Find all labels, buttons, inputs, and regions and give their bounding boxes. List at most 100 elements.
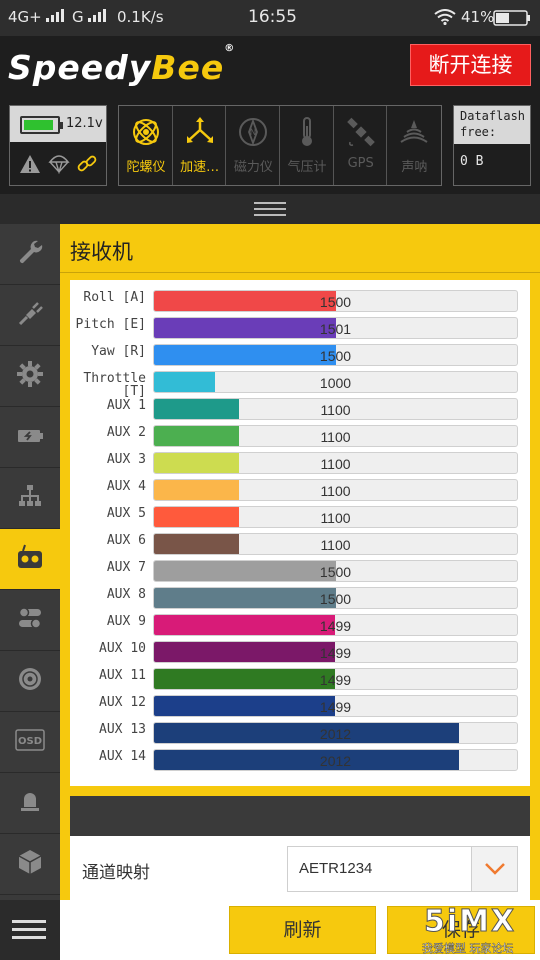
page-title: 接收机 xyxy=(70,240,133,264)
sensor-magnetometer: N 磁力仪 xyxy=(226,106,281,185)
chevron-down-icon[interactable] xyxy=(471,847,517,891)
sidebar-item-motors[interactable] xyxy=(0,651,60,712)
channel-label: AUX 11 xyxy=(99,668,146,683)
modes-toggle-icon xyxy=(16,604,44,636)
sidebar-item-osd[interactable]: OSD xyxy=(0,712,60,773)
channel-row: AUX 11 1499 xyxy=(70,665,530,692)
cube-icon xyxy=(16,848,44,880)
sidebar-item-ports[interactable] xyxy=(0,285,60,346)
channel-row: AUX 9 1499 xyxy=(70,611,530,638)
channel-bar-track: 1500 xyxy=(153,290,518,312)
channel-row: Roll [A] 1500 xyxy=(70,287,530,314)
channel-map-label: 通道映射 xyxy=(82,863,150,883)
channel-value: 1499 xyxy=(319,672,352,688)
network-tree-icon xyxy=(16,482,44,514)
status-bar: 4G+ G 0.1K/s 16:55 41% xyxy=(0,0,540,36)
channel-bar-track: 1501 xyxy=(153,317,518,339)
channel-bar-track: 1499 xyxy=(153,641,518,663)
channel-label: AUX 3 xyxy=(106,452,146,467)
channel-value: 1500 xyxy=(319,564,352,580)
channel-value: 2012 xyxy=(319,753,352,769)
sensor-status-bar: 12.1v 陀螺仪 加速… N 磁力仪 气压计 GPS 声呐 Dataflash… xyxy=(0,100,540,194)
receiver-icon xyxy=(15,542,45,576)
sidebar-item-led-strip[interactable] xyxy=(0,773,60,834)
battery-level xyxy=(24,120,53,130)
channel-bar-track: 1499 xyxy=(153,668,518,690)
osd-icon: OSD xyxy=(15,729,45,755)
channel-bar-track: 1500 xyxy=(153,587,518,609)
channel-row: Throttle [T] 1000 xyxy=(70,368,530,398)
sidebar-item-setup[interactable] xyxy=(0,224,60,285)
channel-label: AUX 14 xyxy=(99,749,146,764)
channel-value: 1499 xyxy=(319,699,352,715)
channel-value: 1100 xyxy=(320,537,351,553)
channel-bar-track: 1100 xyxy=(153,506,518,528)
sidebar-item-receiver[interactable] xyxy=(0,529,60,590)
channel-bar-track: 1100 xyxy=(153,398,518,420)
wrench-icon xyxy=(16,238,44,270)
sidebar-item-power[interactable] xyxy=(0,407,60,468)
channel-label: AUX 8 xyxy=(106,587,146,602)
motor-icon xyxy=(16,665,44,697)
dataflash-label: Dataflash free: xyxy=(454,106,530,144)
sidebar-item-blackbox[interactable] xyxy=(0,834,60,895)
channel-row: AUX 3 1100 xyxy=(70,449,530,476)
channel-bar-track: 1100 xyxy=(153,533,518,555)
channel-row: AUX 5 1100 xyxy=(70,503,530,530)
channel-map-value: AETR1234 xyxy=(299,860,373,877)
channel-label: AUX 4 xyxy=(106,479,146,494)
warning-icon xyxy=(19,154,41,179)
collapse-handle[interactable] xyxy=(0,194,540,224)
compass-icon: N xyxy=(226,116,280,150)
sidebar-item-modes[interactable] xyxy=(0,590,60,651)
refresh-button[interactable]: 刷新 xyxy=(229,906,376,954)
battery-voltage: 12.1v xyxy=(66,116,103,131)
channel-value: 1100 xyxy=(320,429,351,445)
channel-bar-track: 1000 xyxy=(153,371,518,393)
battery-panel: 12.1v xyxy=(9,105,107,186)
dataflash-value: 0 B xyxy=(460,154,484,169)
channel-row: AUX 2 1100 xyxy=(70,422,530,449)
link-icon xyxy=(76,154,98,179)
led-strip-icon xyxy=(16,787,44,819)
satellite-icon xyxy=(334,116,388,150)
watermark: 5iMX 我爱模型 玩家论坛 xyxy=(422,904,517,956)
menu-button[interactable] xyxy=(0,900,60,960)
channel-row: AUX 13 2012 xyxy=(70,719,530,746)
channel-label: Yaw [R] xyxy=(91,344,146,359)
channel-map-header xyxy=(70,796,530,836)
network-speed: 0.1K/s xyxy=(117,8,164,26)
channel-bar-track: 2012 xyxy=(153,722,518,744)
sidebar-item-configuration[interactable] xyxy=(0,346,60,407)
channel-row: Pitch [E] 1501 xyxy=(70,314,530,341)
channel-value: 1100 xyxy=(320,483,351,499)
channel-bar-track: 1499 xyxy=(153,695,518,717)
channel-row: Yaw [R] 1500 xyxy=(70,341,530,368)
channel-row: AUX 6 1100 xyxy=(70,530,530,557)
channel-label: AUX 1 xyxy=(106,398,146,413)
channel-bar-track: 1500 xyxy=(153,560,518,582)
channel-bar-track: 2012 xyxy=(153,749,518,771)
channel-bar-track: 1100 xyxy=(153,425,518,447)
channel-map-select[interactable]: AETR1234 xyxy=(287,846,518,892)
clock: 16:55 xyxy=(248,7,297,27)
sensor-sonar: 声呐 xyxy=(387,106,441,185)
wifi-icon xyxy=(434,9,456,29)
channel-row: AUX 4 1100 xyxy=(70,476,530,503)
channel-value: 1500 xyxy=(319,294,352,310)
receiver-panel: 接收机 Roll [A] 1500 Pitch [E] 1501 Yaw [R] 1500… xyxy=(60,224,540,900)
channel-row: AUX 1 1100 xyxy=(70,395,530,422)
disconnect-button[interactable]: 断开连接 xyxy=(410,44,531,86)
network-indicator-1: 4G+ xyxy=(8,8,42,26)
sensor-accelerometer: 加速… xyxy=(173,106,227,185)
gear-icon xyxy=(16,360,44,392)
channel-label: AUX 5 xyxy=(106,506,146,521)
channel-value: 1501 xyxy=(319,321,352,337)
sidebar-item-failsafe[interactable] xyxy=(0,468,60,529)
channel-row: AUX 10 1499 xyxy=(70,638,530,665)
channel-map-section: 通道映射 AETR1234 xyxy=(70,836,530,900)
sensor-barometer: 气压计 xyxy=(280,106,334,185)
channel-value: 1499 xyxy=(319,618,352,634)
battery-charge-icon xyxy=(16,421,44,453)
channel-label: AUX 10 xyxy=(99,641,146,656)
